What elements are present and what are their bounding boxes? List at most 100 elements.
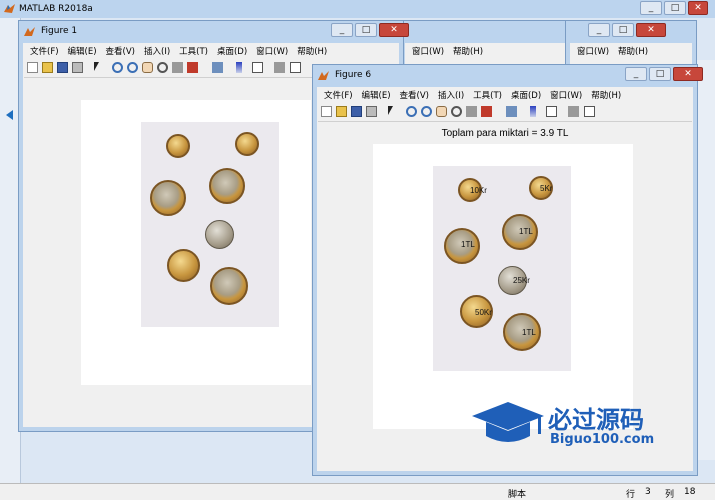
watermark-brand: 必过源码 — [548, 406, 644, 434]
brush-icon[interactable] — [481, 106, 492, 117]
matlab-statusbar: 脚本 行 3 列 18 — [0, 483, 715, 500]
brush-icon[interactable] — [187, 62, 198, 73]
figure6-menu-file[interactable]: 文件(F) — [324, 89, 353, 101]
rotate-icon[interactable] — [451, 106, 462, 117]
figure6-maximize-button[interactable]: □ — [649, 67, 671, 81]
legend-icon[interactable] — [252, 62, 263, 73]
print-icon[interactable] — [72, 62, 83, 73]
bg-minimize-button[interactable]: _ — [588, 23, 610, 37]
figure1-axes — [81, 100, 311, 385]
data-cursor-icon[interactable] — [172, 62, 183, 73]
bg-right-menu-window[interactable]: 窗口(W) — [577, 45, 609, 57]
status-col-value: 18 — [684, 487, 696, 497]
bg-menu-help[interactable]: 帮助(H) — [453, 45, 483, 57]
matlab-minimize-button[interactable]: _ — [640, 1, 662, 15]
print-icon[interactable] — [366, 106, 377, 117]
figure6-menu-window[interactable]: 窗口(W) — [550, 89, 582, 101]
zoom-out-icon[interactable] — [421, 106, 432, 117]
figure6-menu-help[interactable]: 帮助(H) — [591, 89, 621, 101]
coin-label: 5Kr — [540, 184, 553, 193]
bg-right-menu-help[interactable]: 帮助(H) — [618, 45, 648, 57]
colorbar-icon[interactable] — [530, 106, 536, 117]
coin-label: 10Kr — [470, 186, 487, 195]
pan-hand-icon[interactable] — [436, 106, 447, 117]
figure6-titlebar: Figure 6 _ □ ✕ — [313, 65, 703, 87]
figure1-menu-file[interactable]: 文件(F) — [30, 45, 59, 57]
hide-tools-icon[interactable] — [568, 106, 579, 117]
figure1-menu-view[interactable]: 查看(V) — [106, 45, 135, 57]
save-icon[interactable] — [57, 62, 68, 73]
coin-label: 1TL — [522, 328, 536, 337]
figure6-menu-insert[interactable]: 插入(I) — [438, 89, 464, 101]
watermark-url: Biguo100.com — [550, 432, 655, 447]
zoom-out-icon[interactable] — [127, 62, 138, 73]
figure1-menu-edit[interactable]: 编辑(E) — [68, 45, 97, 57]
watermark: 必过源码 Biguo100.com — [470, 400, 700, 455]
matlab-titlebar: MATLAB R2018a _ □ ✕ — [0, 0, 715, 18]
pan-hand-icon[interactable] — [142, 62, 153, 73]
figure1-menubar: 文件(F) 编辑(E) 查看(V) 插入(I) 工具(T) 桌面(D) 窗口(W… — [24, 43, 398, 59]
show-tools-icon[interactable] — [584, 106, 595, 117]
colorbar-icon[interactable] — [236, 62, 242, 73]
pointer-icon[interactable] — [388, 106, 393, 115]
bg-window-titlebar — [401, 21, 571, 43]
figure-icon — [318, 71, 329, 80]
new-figure-icon[interactable] — [321, 106, 332, 117]
figure1-maximize-button[interactable]: □ — [355, 23, 377, 37]
matlab-title: MATLAB R2018a — [19, 4, 93, 14]
bg-maximize-button[interactable]: □ — [612, 23, 634, 37]
figure6-menu-edit[interactable]: 编辑(E) — [362, 89, 391, 101]
coin — [235, 132, 259, 156]
figure6-menubar: 文件(F) 编辑(E) 查看(V) 插入(I) 工具(T) 桌面(D) 窗口(W… — [318, 87, 692, 103]
link-plot-icon[interactable] — [212, 62, 223, 73]
coin-label: 1TL — [461, 240, 475, 249]
matlab-close-button[interactable]: ✕ — [688, 1, 708, 15]
figure1-titlebar: Figure 1 _ □ ✕ — [19, 21, 409, 43]
legend-icon[interactable] — [546, 106, 557, 117]
figure1-close-button[interactable]: ✕ — [379, 23, 409, 37]
figure1-menu-tools[interactable]: 工具(T) — [179, 45, 208, 57]
figure6-menu-view[interactable]: 查看(V) — [400, 89, 429, 101]
figure1-minimize-button[interactable]: _ — [331, 23, 353, 37]
show-tools-icon[interactable] — [290, 62, 301, 73]
coin — [150, 180, 186, 216]
coin-label: 1TL — [519, 227, 533, 236]
coin — [205, 220, 234, 249]
open-file-icon[interactable] — [336, 106, 347, 117]
figure-icon — [24, 27, 35, 36]
figure6-menu-desktop[interactable]: 桌面(D) — [511, 89, 541, 101]
figure1-menu-window[interactable]: 窗口(W) — [256, 45, 288, 57]
link-plot-icon[interactable] — [506, 106, 517, 117]
data-cursor-icon[interactable] — [466, 106, 477, 117]
coin — [210, 267, 248, 305]
figure1-title: Figure 1 — [41, 26, 78, 36]
coin-label: 25Kr — [513, 276, 530, 285]
bg-menu-window[interactable]: 窗口(W) — [412, 45, 444, 57]
zoom-in-icon[interactable] — [406, 106, 417, 117]
matlab-left-arrow-icon[interactable] — [6, 110, 13, 120]
save-icon[interactable] — [351, 106, 362, 117]
new-figure-icon[interactable] — [27, 62, 38, 73]
status-row-label: 行 — [626, 490, 636, 500]
status-col-label: 列 — [665, 490, 675, 500]
status-row-value: 3 — [645, 487, 651, 497]
figure6-menu-tools[interactable]: 工具(T) — [473, 89, 502, 101]
figure1-menu-insert[interactable]: 插入(I) — [144, 45, 170, 57]
figure1-menu-help[interactable]: 帮助(H) — [297, 45, 327, 57]
hide-tools-icon[interactable] — [274, 62, 285, 73]
figure6-toolbar — [318, 103, 692, 122]
coin — [166, 134, 190, 158]
open-file-icon[interactable] — [42, 62, 53, 73]
figure6-minimize-button[interactable]: _ — [625, 67, 647, 81]
matlab-maximize-button[interactable]: □ — [664, 1, 686, 15]
figure6-close-button[interactable]: ✕ — [673, 67, 703, 81]
matlab-logo-icon — [4, 4, 15, 13]
figure6-title: Figure 6 — [335, 70, 372, 80]
figure6-axes: 10Kr 5Kr 1TL 1TL 25Kr 50Kr 1TL — [373, 144, 633, 429]
bg-close-button[interactable]: ✕ — [636, 23, 666, 37]
rotate-icon[interactable] — [157, 62, 168, 73]
figure1-menu-desktop[interactable]: 桌面(D) — [217, 45, 247, 57]
zoom-in-icon[interactable] — [112, 62, 123, 73]
pointer-icon[interactable] — [94, 62, 99, 71]
coin — [209, 168, 245, 204]
